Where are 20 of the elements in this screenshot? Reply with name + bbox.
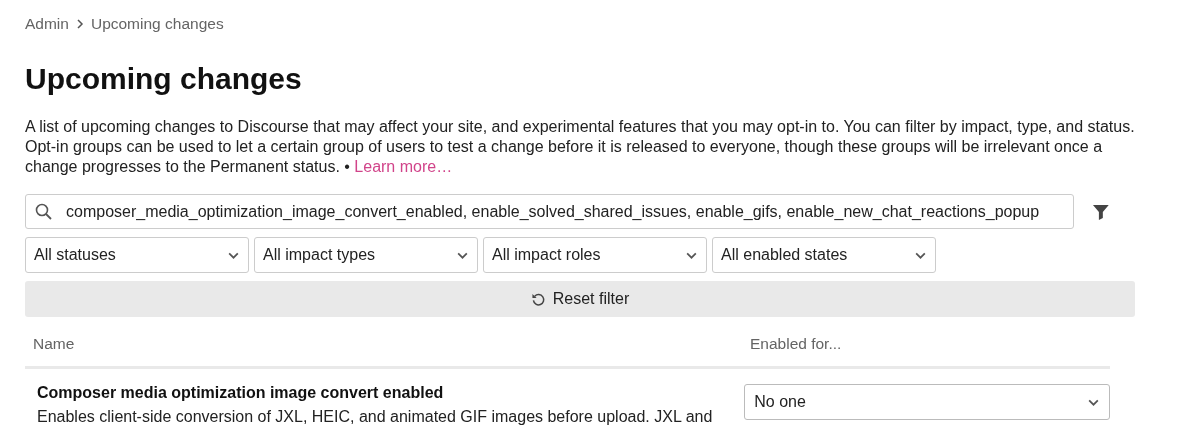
- enabled-for-dropdown[interactable]: No one: [744, 384, 1110, 420]
- filter-dropdown[interactable]: All enabled states: [712, 237, 936, 273]
- reset-icon: [530, 291, 546, 307]
- learn-more-link[interactable]: Learn more…: [354, 158, 453, 175]
- description-text: A list of upcoming changes to Discourse that may affect your site, and experimental features that you may opt-in to. You can filter by impact, type, and status. Opt-in groups can be used to let a certain group of users to test a change before it is released to everyone, though these groups will be irrelevant once a change progresses to the Permanent status. • Learn more…: [25, 117, 1136, 177]
- search-icon: [35, 203, 52, 220]
- page-title: Upcoming changes: [25, 61, 303, 97]
- breadcrumb-link[interactable]: Admin: [25, 12, 69, 36]
- filter-icon[interactable]: [1092, 202, 1110, 221]
- filter-dropdown[interactable]: All impact roles: [483, 237, 707, 273]
- filter-dropdown[interactable]: All statuses: [25, 237, 249, 273]
- filter-dropdown[interactable]: All impact types: [254, 237, 478, 273]
- column-header: Enabled for...: [750, 333, 842, 354]
- column-header: Name: [32, 333, 76, 354]
- search-field[interactable]: composer_media_optimization_image_convert_enabled, enable_solved_shared_issues, enable_gifs, enable_new_chat_reactions_popup: [25, 194, 1075, 229]
- change-name: Composer media optimization image convert enabled: [37, 383, 445, 403]
- change-description: Enables client-side conversion of JXL, HEIC, and animated GIF images before upload. JXL and: [37, 407, 714, 427]
- chevron-right-icon: [74, 19, 85, 29]
- breadcrumb-link[interactable]: Upcoming changes: [90, 12, 224, 36]
- reset-filter-button[interactable]: Reset filter: [25, 281, 1135, 317]
